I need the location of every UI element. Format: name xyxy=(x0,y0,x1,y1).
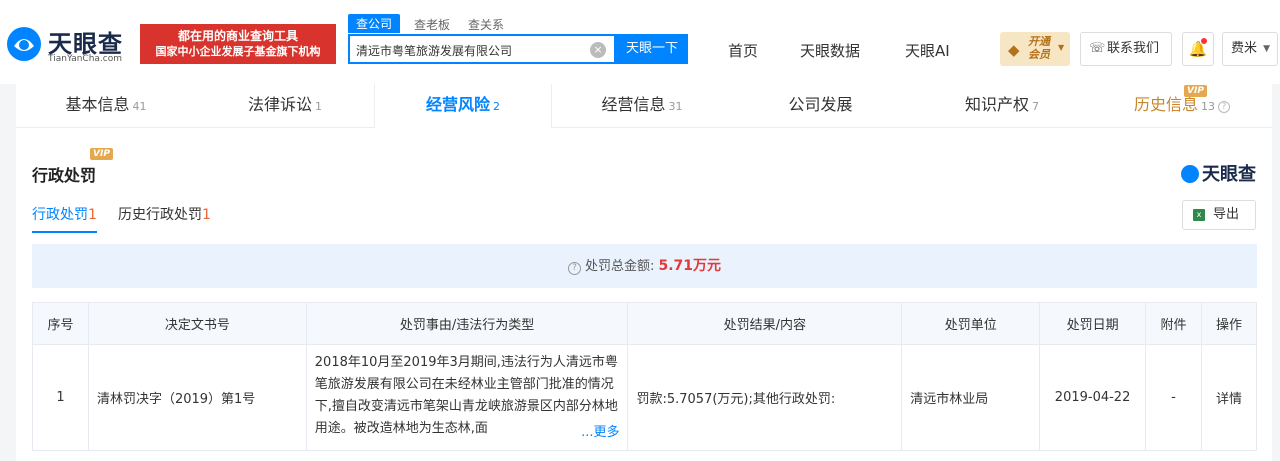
vip-label: 开通 会员 xyxy=(1028,35,1050,61)
table-row: 1 清林罚决字（2019）第1号 2018年10月至2019年3月期间,违法行为… xyxy=(32,344,1257,451)
tab-ip[interactable]: 知识产权 7 xyxy=(912,84,1092,128)
table-header-row: 序号 决定文书号 处罚事由/违法行为类型 处罚结果/内容 处罚单位 处罚日期 附… xyxy=(32,302,1257,345)
excel-icon: x xyxy=(1193,209,1205,221)
logo[interactable]: 天眼查 TianYanCha.com xyxy=(6,22,134,70)
col-attachment: 附件 xyxy=(1145,302,1202,345)
col-index: 序号 xyxy=(32,302,89,345)
user-menu[interactable]: 费米 ▼ xyxy=(1222,32,1278,66)
tab-development[interactable]: 公司发展 xyxy=(732,84,912,128)
notification-dot xyxy=(1201,38,1207,44)
vip-tag-history: VIP xyxy=(1184,85,1207,97)
vip-tag-section: VIP xyxy=(90,148,113,160)
nav-home[interactable]: 首页 xyxy=(728,40,758,61)
search-button[interactable]: 天眼一下 xyxy=(616,34,688,64)
help-icon[interactable]: ? xyxy=(1218,101,1230,113)
user-name: 费米 xyxy=(1231,41,1258,56)
cell-unit: 清远市林业局 xyxy=(901,344,1041,451)
top-bar: 天眼查 TianYanCha.com 都在用的商业查询工具 国家中小企业发展子基… xyxy=(0,0,1280,84)
main-content: 基本信息 41 法律诉讼 1 经营风险 2 经营信息 31 公司发展 知识产权 7 历史信… xyxy=(16,84,1272,461)
slogan-line-2: 国家中小企业发展子基金旗下机构 xyxy=(155,45,321,58)
search-box: × xyxy=(348,34,616,64)
col-result: 处罚结果/内容 xyxy=(627,302,903,345)
cell-attachment: - xyxy=(1145,344,1202,451)
tab-business-info[interactable]: 经营信息 31 xyxy=(552,84,732,128)
export-button[interactable]: x 导出 xyxy=(1182,200,1256,230)
reason-text: 2018年10月至2019年3月期间,违法行为人清远市粤笔旅游发展有限公司在未经… xyxy=(314,354,618,436)
brand-mark: 天眼查 xyxy=(1181,160,1256,186)
tab-business-risk[interactable]: 经营风险 2 xyxy=(374,84,552,128)
contact-label: 联系我们 xyxy=(1107,41,1160,56)
diamond-icon: ◆ xyxy=(1008,41,1020,59)
contact-button[interactable]: ☏ 联系我们 xyxy=(1080,32,1172,66)
notification-button[interactable]: 🔔 xyxy=(1182,32,1214,66)
cell-result: 罚款:5.7057(万元);其他行政处罚: xyxy=(627,344,903,451)
col-unit: 处罚单位 xyxy=(901,302,1041,345)
brand-logo-icon xyxy=(1181,165,1199,183)
cell-index: 1 xyxy=(32,344,89,451)
cell-date: 2019-04-22 xyxy=(1039,344,1147,451)
detail-link[interactable]: 详情 xyxy=(1201,344,1257,451)
cell-reason: 2018年10月至2019年3月期间,违法行为人清远市粤笔旅游发展有限公司在未经… xyxy=(305,344,629,451)
col-date: 处罚日期 xyxy=(1039,302,1147,345)
col-action: 操作 xyxy=(1201,302,1257,345)
penalty-table: 序号 决定文书号 处罚事由/违法行为类型 处罚结果/内容 处罚单位 处罚日期 附… xyxy=(32,302,1257,451)
summary-label: 处罚总金额: xyxy=(584,259,655,274)
logo-icon xyxy=(7,27,41,61)
section-tabs: 基本信息 41 法律诉讼 1 经营风险 2 经营信息 31 公司发展 知识产权 7 历史信… xyxy=(16,84,1272,128)
logo-subtitle: TianYanCha.com xyxy=(48,54,123,64)
search-tab-relation[interactable]: 查关系 xyxy=(468,16,504,33)
tab-legal[interactable]: 法律诉讼 1 xyxy=(196,84,374,128)
section-title: 行政处罚 xyxy=(32,166,97,185)
more-link[interactable]: ...更多 xyxy=(579,421,620,444)
open-vip-button[interactable]: ◆ 开通 会员 ▼ xyxy=(1000,32,1070,66)
help-icon[interactable]: ? xyxy=(567,262,581,275)
slogan-badge: 都在用的商业查询工具 国家中小企业发展子基金旗下机构 xyxy=(140,24,336,64)
col-doc-no: 决定文书号 xyxy=(87,302,307,345)
search-input[interactable] xyxy=(356,40,586,60)
phone-icon: ☏ xyxy=(1089,41,1106,56)
tab-basic-info[interactable]: 基本信息 41 xyxy=(16,84,196,128)
subtab-history-penalty[interactable]: 历史行政处罚1 xyxy=(118,204,211,224)
search-tab-company[interactable]: 查公司 xyxy=(348,14,401,33)
penalty-summary: ? 处罚总金额: 5.71万元 xyxy=(32,244,1257,288)
summary-amount: 5.71万元 xyxy=(658,258,722,274)
col-reason: 处罚事由/违法行为类型 xyxy=(305,302,629,345)
clear-icon[interactable]: × xyxy=(590,42,606,58)
chevron-down-icon: ▼ xyxy=(1058,43,1065,52)
nav-ai[interactable]: 天眼AI xyxy=(905,40,950,61)
cell-doc-no: 清林罚决字（2019）第1号 xyxy=(87,344,307,451)
chevron-down-icon: ▼ xyxy=(1263,44,1270,54)
search-tab-boss[interactable]: 查老板 xyxy=(414,16,450,33)
subtab-penalty[interactable]: 行政处罚1 xyxy=(32,204,97,233)
nav-data[interactable]: 天眼数据 xyxy=(800,40,860,61)
slogan-line-1: 都在用的商业查询工具 xyxy=(177,29,298,43)
tab-history[interactable]: 历史信息 13? xyxy=(1092,84,1272,128)
